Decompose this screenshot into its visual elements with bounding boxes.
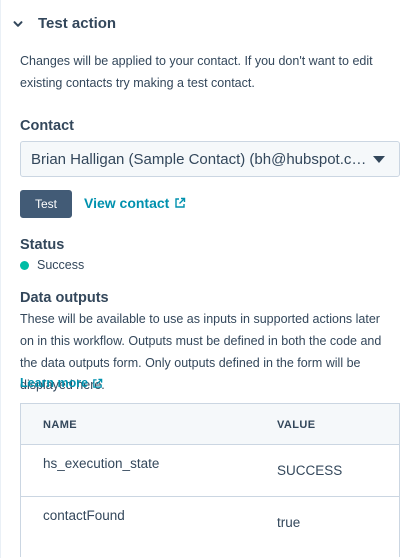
status-value: Success: [37, 258, 85, 272]
caret-down-icon[interactable]: [373, 156, 385, 163]
status-label: Status: [20, 237, 65, 253]
data-outputs-label: Data outputs: [20, 290, 109, 306]
table-row: hs_execution_state SUCCESS: [21, 445, 399, 497]
status-row: Success: [20, 258, 84, 272]
data-outputs-table: NAME VALUE hs_execution_state SUCCESS co…: [20, 403, 400, 557]
column-header-name: NAME: [43, 419, 77, 431]
chevron-down-icon[interactable]: [12, 18, 24, 30]
external-link-icon: [175, 197, 186, 208]
table-header: NAME VALUE: [21, 404, 399, 445]
section-title: Test action: [38, 15, 117, 32]
output-value-cell: true: [277, 515, 301, 530]
view-contact-label: View contact: [84, 195, 170, 211]
column-header-value: VALUE: [277, 419, 316, 431]
contact-label: Contact: [20, 118, 74, 134]
test-button[interactable]: Test: [20, 190, 72, 218]
table-row: contactFound true: [21, 497, 399, 557]
test-action-panel: Test action Changes will be applied to y…: [0, 0, 420, 558]
output-name-cell: contactFound: [43, 508, 125, 523]
status-dot-icon: [20, 260, 29, 270]
view-contact-link[interactable]: View contact: [84, 195, 186, 211]
output-value-cell: SUCCESS: [277, 463, 343, 478]
output-name-cell: hs_execution_state: [43, 456, 160, 471]
learn-more-label: Learn more: [20, 376, 89, 390]
section-description: Changes will be applied to your contact.…: [20, 54, 373, 90]
contact-select-value: Brian Halligan (Sample Contact) (bh@hubs…: [31, 151, 371, 168]
external-link-icon: [93, 378, 103, 388]
contact-select[interactable]: Brian Halligan (Sample Contact) (bh@hubs…: [20, 141, 400, 177]
section-header[interactable]: Test action: [0, 8, 400, 40]
learn-more-link[interactable]: Learn more: [20, 376, 103, 390]
panel-divider: [0, 0, 1, 558]
